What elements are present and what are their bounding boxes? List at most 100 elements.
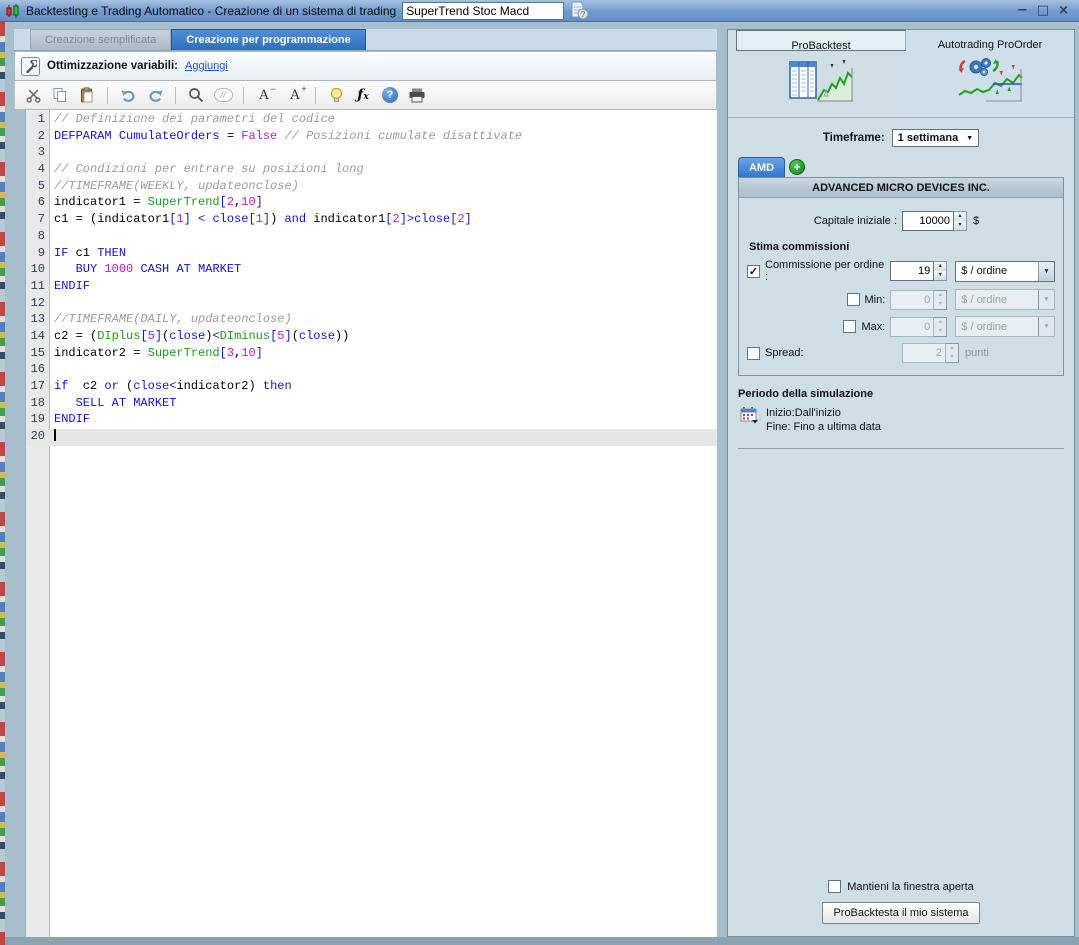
backtesting-window: Backtesting e Trading Automatico - Creaz… <box>0 0 1079 945</box>
code-line[interactable]: 13//TIMEFRAME(DAILY, updateonclose) <box>26 312 717 329</box>
code-line[interactable]: 16 <box>26 362 717 379</box>
keep-window-open-checkbox[interactable] <box>828 880 842 893</box>
print-icon[interactable] <box>407 85 427 105</box>
toolbar-separator <box>107 86 108 104</box>
commission-min-label: Min: <box>864 293 886 306</box>
line-number: 1 <box>37 112 45 126</box>
code-line[interactable]: 14 c2 = (DIplus[5](close)<DIminus[5](clos… <box>26 329 717 346</box>
code-line[interactable]: 4// Condizioni per entrare su posizioni … <box>26 162 717 179</box>
code-line[interactable]: 20 <box>26 429 717 446</box>
timeframe-select[interactable]: 1 settimana ▼ <box>891 129 980 147</box>
code-editor[interactable]: 1// Definizione dei parametri del codice… <box>25 110 717 937</box>
instrument-box: ADVANCED MICRO DEVICES INC. Capitale ini… <box>738 177 1064 376</box>
help-icon[interactable]: ? <box>380 85 400 105</box>
commission-order-input[interactable] <box>890 261 935 281</box>
text-cursor <box>54 429 56 442</box>
spin-down-icon[interactable]: ▼ <box>954 221 966 230</box>
optimization-bar: Ottimizzazione variabili: Aggiungi <box>14 51 717 81</box>
commission-min-checkbox[interactable] <box>846 293 860 306</box>
timeframe-row: Timeframe: 1 settimana ▼ <box>728 123 1074 153</box>
commission-min-unit-select[interactable]: $ / ordine ▼ <box>955 289 1055 310</box>
tab-amd[interactable]: AMD <box>738 157 785 177</box>
copy-icon[interactable] <box>50 85 70 105</box>
line-number: 19 <box>30 412 45 427</box>
code-line[interactable]: 5//TIMEFRAME(WEEKLY, updateonclose) <box>26 179 717 196</box>
code-line[interactable]: 1// Definizione dei parametri del codice <box>26 112 717 129</box>
line-number: 3 <box>37 145 45 160</box>
commission-order-unit-select[interactable]: $ / ordine ▼ <box>955 260 1055 282</box>
aggiungi-link[interactable]: Aggiungi <box>185 60 228 72</box>
line-number: 5 <box>37 178 45 193</box>
insert-function-icon[interactable]: ƒx <box>353 85 373 105</box>
maximize-button[interactable]: □ <box>1037 1 1049 21</box>
code-line[interactable]: 9 IF c1 THEN <box>26 246 717 263</box>
line-number: 13 <box>30 312 45 327</box>
font-larger-icon[interactable]: A + <box>285 84 306 105</box>
calendar-icon[interactable] <box>740 406 759 424</box>
divider <box>738 448 1064 449</box>
tab-probacktest[interactable]: ProBacktest <box>736 30 906 102</box>
svg-text:?: ? <box>581 10 586 19</box>
system-name-input[interactable] <box>402 1 565 20</box>
commission-max-checkbox[interactable] <box>843 320 857 333</box>
capital-input-group: ▲▼ <box>902 211 967 231</box>
simulation-period: Inizio:Dall'inizio Fine: Fino a ultima d… <box>740 406 1074 434</box>
toggle-comment-icon[interactable]: // <box>213 85 233 105</box>
spread-input[interactable] <box>902 343 946 363</box>
tab-creazione-semplificata[interactable]: Creazione semplificata <box>30 29 172 50</box>
code-line[interactable]: 7 c1 = (indicator1[1] < close[1]) and ind… <box>26 212 717 229</box>
code-line[interactable]: 12 <box>26 296 717 313</box>
line-number: 8 <box>37 228 45 243</box>
period-start: Inizio:Dall'inizio <box>766 407 841 419</box>
window-title: Backtesting e Trading Automatico - Creaz… <box>26 3 397 18</box>
commission-order-checkbox[interactable]: ✓ <box>747 264 760 278</box>
code-line[interactable]: 11 ENDIF <box>26 279 717 296</box>
code-line[interactable]: 19 ENDIF <box>26 412 717 429</box>
spin-up-icon[interactable]: ▲ <box>954 212 966 221</box>
add-instrument-button[interactable]: + <box>789 159 805 175</box>
paste-icon[interactable] <box>77 85 97 105</box>
code-line[interactable]: 15 indicator2 = SuperTrend[3,10] <box>26 346 717 363</box>
commission-max-input-group: ▲▼ <box>890 316 948 337</box>
code-lines: 1// Definizione dei parametri del codice… <box>26 112 717 446</box>
code-line[interactable]: 6 indicator1 = SuperTrend[2,10] <box>26 195 717 212</box>
code-line[interactable]: 2 DEFPARAM CumulateOrders = False // Posi… <box>26 129 717 146</box>
simulation-period-title: Periodo della simulazione <box>738 388 874 400</box>
minimize-button[interactable]: − <box>1017 1 1028 21</box>
spin-down-icon: ▼ <box>934 326 947 336</box>
code-line[interactable]: 3 <box>26 145 717 162</box>
capital-input[interactable] <box>902 211 954 231</box>
line-number: 20 <box>30 429 45 444</box>
font-smaller-icon[interactable]: A − <box>254 84 275 105</box>
editor-column: Creazione semplificata Creazione per pro… <box>14 29 717 937</box>
editor-toolbar: // A − A + ƒx ? <box>14 81 717 110</box>
commission-min-input[interactable] <box>890 289 935 310</box>
spin-up-icon[interactable]: ▲ <box>934 262 947 271</box>
tab-creazione-programmazione[interactable]: Creazione per programmazione <box>171 29 366 50</box>
spin-up-icon: ▲ <box>934 290 947 300</box>
spin-down-icon: ▼ <box>946 353 958 362</box>
commission-min-row: Min: ▲▼ $ / ordine ▼ <box>747 289 1055 310</box>
rename-help-icon[interactable]: ? <box>570 1 589 20</box>
spin-down-icon[interactable]: ▼ <box>934 271 947 280</box>
close-button[interactable]: × <box>1058 1 1069 21</box>
run-probacktest-button[interactable]: ProBacktesta il mio sistema <box>822 902 980 924</box>
redo-icon[interactable] <box>145 85 165 105</box>
spread-input-group: ▲▼ <box>902 343 959 363</box>
spread-checkbox[interactable] <box>747 346 760 360</box>
hint-bulb-icon[interactable] <box>326 85 346 105</box>
commission-max-input[interactable] <box>890 316 935 337</box>
code-line[interactable]: 10 BUY 1000 CASH AT MARKET <box>26 262 717 279</box>
tab-autotrading-proorder[interactable]: Autotrading ProOrder <box>906 30 1074 117</box>
code-line[interactable]: 18 SELL AT MARKET <box>26 396 717 413</box>
code-line[interactable]: 8 <box>26 229 717 246</box>
commission-max-unit-select[interactable]: $ / ordine ▼ <box>955 316 1055 337</box>
commissions-title: Stima commissioni <box>749 241 850 253</box>
instrument-name: ADVANCED MICRO DEVICES INC. <box>739 178 1063 198</box>
cut-icon[interactable] <box>23 85 43 105</box>
search-icon[interactable] <box>186 85 206 105</box>
background-app-strip <box>0 22 5 945</box>
line-number: 12 <box>30 295 45 310</box>
undo-icon[interactable] <box>118 85 138 105</box>
code-line[interactable]: 17 if c2 or (close<indicator2) then <box>26 379 717 396</box>
